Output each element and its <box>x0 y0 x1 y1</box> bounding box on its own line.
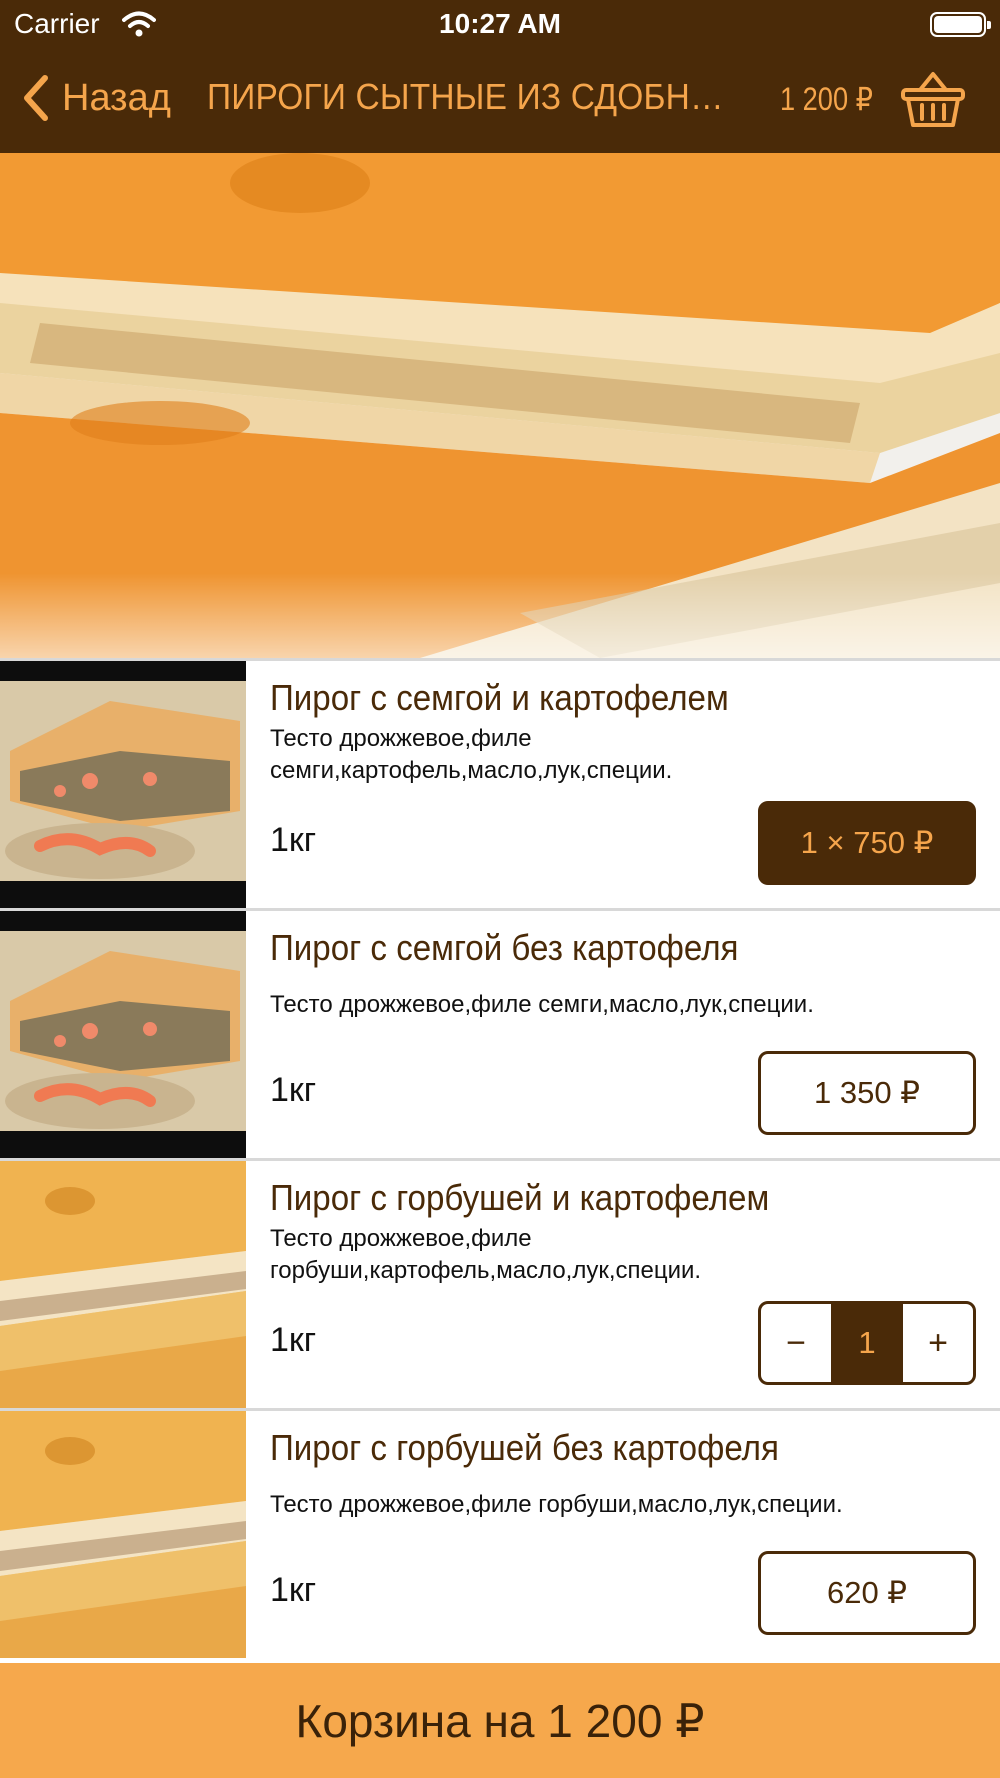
list-item[interactable]: Пирог с горбушей и картофелем Тесто дрож… <box>0 1158 1000 1408</box>
product-weight: 1кг <box>270 1571 317 1609</box>
cart-total: 1 200 ₽ <box>780 81 873 117</box>
increment-button[interactable]: + <box>903 1304 973 1382</box>
product-weight: 1кг <box>270 1321 317 1359</box>
product-weight: 1кг <box>270 821 317 859</box>
cart-button[interactable] <box>900 70 966 130</box>
list-item[interactable]: Пирог с горбушей без картофеля Тесто дро… <box>0 1408 1000 1658</box>
in-cart-price-button[interactable]: 1 × 750 ₽ <box>758 801 976 885</box>
product-photo <box>0 911 246 1158</box>
chevron-left-icon <box>24 75 48 121</box>
decrement-button[interactable]: − <box>761 1304 831 1382</box>
product-title: Пирог с семгой и картофелем <box>270 677 729 718</box>
basket-icon <box>901 72 965 127</box>
back-button[interactable]: Назад <box>18 68 171 128</box>
navigation-bar: Назад ПИРОГИ СЫТНЫЕ ИЗ СДОБНОГО… 1 200 ₽ <box>0 56 1000 153</box>
quantity-stepper[interactable]: − 1 + <box>758 1301 976 1385</box>
list-item[interactable]: Пирог с семгой без картофеля Тесто дрожж… <box>0 908 1000 1158</box>
product-description: Тесто дрожжевое,филе горбуши,картофель,м… <box>270 1225 702 1284</box>
page-title: ПИРОГИ СЫТНЫЕ ИЗ СДОБНОГО… <box>207 76 742 117</box>
list-item[interactable]: Пирог с семгой и картофелем Тесто дрожже… <box>0 658 1000 908</box>
hero-image <box>0 153 1000 658</box>
battery-icon <box>930 12 991 37</box>
quantity-value: 1 <box>831 1304 903 1382</box>
top-bar: Carrier 10:27 AM Назад ПИРОГИ СЫТНЫЕ ИЗ … <box>0 0 1000 153</box>
product-photo <box>0 1411 246 1658</box>
product-title: Пирог с горбушей без картофеля <box>270 1427 779 1468</box>
product-photo <box>0 661 246 908</box>
status-bar: Carrier 10:27 AM <box>0 0 1000 50</box>
product-photo <box>0 1161 246 1408</box>
cart-summary-button[interactable]: Корзина на 1 200 ₽ <box>0 1663 1000 1778</box>
cart-summary-label: Корзина на 1 200 ₽ <box>295 1694 705 1747</box>
clock: 10:27 AM <box>439 8 561 39</box>
product-description: Тесто дрожжевое,филе семги,масло,лук,спе… <box>270 991 814 1018</box>
product-description: Тесто дрожжевое,филе семги,картофель,мас… <box>270 725 673 784</box>
product-title: Пирог с горбушей и картофелем <box>270 1177 770 1218</box>
product-weight: 1кг <box>270 1071 317 1109</box>
price-button[interactable]: 620 ₽ <box>758 1551 976 1635</box>
product-title: Пирог с семгой без картофеля <box>270 927 739 968</box>
price-button[interactable]: 1 350 ₽ <box>758 1051 976 1135</box>
product-description: Тесто дрожжевое,филе горбуши,масло,лук,с… <box>270 1491 843 1518</box>
back-label: Назад <box>62 76 171 119</box>
